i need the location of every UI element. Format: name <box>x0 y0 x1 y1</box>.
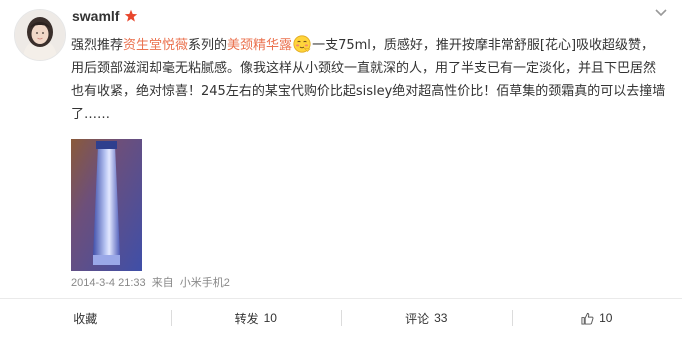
chevron-down-icon[interactable] <box>654 8 668 18</box>
post-image[interactable] <box>71 139 142 271</box>
action-bar: 收藏 转发 10 评论 33 10 <box>0 299 682 337</box>
favorite-button[interactable]: 收藏 <box>0 299 171 337</box>
topic-link-neck-essence[interactable]: 美颈精华露 <box>227 38 292 53</box>
shy-smile-emoji <box>293 35 311 53</box>
comment-label: 评论 <box>405 311 430 326</box>
repost-count: 10 <box>263 311 277 325</box>
like-button[interactable]: 10 <box>511 299 682 337</box>
star-icon[interactable] <box>124 9 138 23</box>
avatar[interactable] <box>14 9 66 61</box>
post-text-segment: 系列的 <box>188 38 228 53</box>
repost-label: 转发 <box>234 311 259 326</box>
avatar-photo <box>15 10 65 60</box>
username[interactable]: swamlf <box>72 8 119 24</box>
like-count: 10 <box>599 311 613 325</box>
post-text-segment: 强烈推荐 <box>71 38 124 53</box>
repost-button[interactable]: 转发 10 <box>170 299 342 337</box>
post-text: 强烈推荐资生堂悦薇系列的美颈精华露 一支75ml，质感好，推开按摩非常舒服[花心… <box>71 34 666 126</box>
weibo-post-card: swamlf 强烈推荐资生堂悦薇系列的美颈精华露 一支75ml，质感好，推开按摩… <box>0 0 682 337</box>
comment-count: 33 <box>434 311 448 325</box>
comment-button[interactable]: 评论 33 <box>341 299 512 337</box>
thumbs-up-icon <box>581 312 594 325</box>
post-meta: 2014-3-4 21:33 来自 小米手机2 <box>71 274 233 290</box>
post-timestamp[interactable]: 2014-3-4 21:33 <box>71 277 146 289</box>
favorite-label: 收藏 <box>73 311 98 326</box>
topic-link-shiseido[interactable]: 资生堂悦薇 <box>123 38 188 53</box>
source-prefix: 来自 <box>151 277 174 289</box>
neck-cream-tube-photo <box>71 139 142 271</box>
source-device[interactable]: 小米手机2 <box>180 277 230 289</box>
